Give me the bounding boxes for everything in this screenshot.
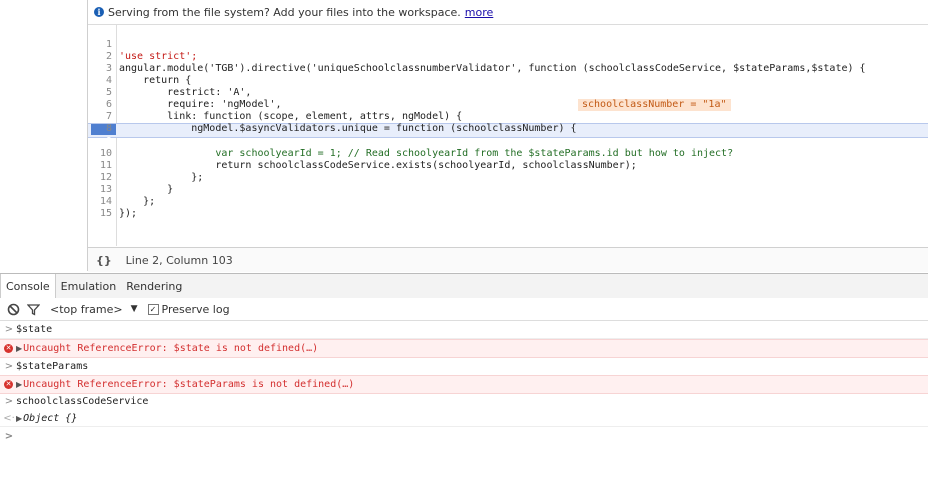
preserve-log-checkbox[interactable]: ✓: [147, 303, 159, 315]
editor-statusbar: {} Line 2, Column 103: [88, 247, 928, 272]
code-line: 11 };: [99, 160, 204, 183]
code-line: 1 'use strict';: [105, 39, 198, 62]
inline-variable-value: schoolclassNumber = "1a": [578, 99, 731, 111]
chevron-right-icon: >: [4, 361, 14, 372]
chevron-right-icon: >: [4, 324, 14, 335]
more-link[interactable]: more: [465, 6, 494, 19]
chevron-down-icon[interactable]: ▼: [131, 304, 138, 314]
code-line: 5 require: 'ngModel',: [105, 87, 282, 110]
frame-select[interactable]: <top frame>: [50, 303, 123, 316]
code-line: 8: [105, 123, 112, 134]
code-line-selected: 9 var schoolyearId = 1; // Read schoolye…: [105, 136, 734, 159]
expand-triangle-icon[interactable]: ▶: [16, 414, 22, 423]
code-line: 3 return {: [105, 63, 192, 86]
code-line: 13 };: [99, 184, 156, 207]
code-line: 2 angular.module('TGB').directive('uniqu…: [105, 51, 866, 74]
error-icon: ✕: [4, 344, 13, 353]
code-text: });: [119, 208, 138, 219]
infobar-message: Serving from the file system? Add your f…: [108, 5, 461, 19]
tab-console[interactable]: Console: [0, 274, 56, 298]
info-icon: i: [94, 7, 104, 17]
console-toolbar: <top frame> ▼ ✓ Preserve log: [0, 298, 928, 321]
prompt-chevron-icon: >: [4, 430, 14, 442]
file-navigator-pane[interactable]: [0, 0, 88, 271]
tab-rendering[interactable]: Rendering: [121, 274, 187, 298]
console-output[interactable]: > $state ✕ ▶ Uncaught ReferenceError: $s…: [0, 321, 928, 480]
source-editor[interactable]: 1 'use strict'; 2 angular.module('TGB').…: [88, 25, 928, 246]
filter-icon[interactable]: [26, 302, 40, 316]
code-line: 14 });: [99, 196, 138, 219]
code-line: 4 restrict: 'A',: [105, 75, 252, 98]
chevron-left-icon: <·: [3, 412, 15, 424]
preserve-log-label: Preserve log: [161, 302, 230, 316]
chevron-right-icon: >: [4, 396, 14, 407]
workspace-infobar: i Serving from the file system? Add your…: [88, 0, 928, 25]
pretty-print-button[interactable]: {}: [96, 254, 112, 267]
console-input-line: > $stateParams: [0, 358, 928, 376]
console-error-line: ✕ ▶ Uncaught ReferenceError: $stateParam…: [0, 375, 928, 394]
no-entry-icon[interactable]: [6, 302, 20, 316]
cursor-position: Line 2, Column 103: [125, 253, 233, 267]
code-line: 15: [99, 208, 112, 219]
console-result-line: <· ▶ Object {}: [0, 410, 928, 427]
drawer-tabs: Console Emulation Rendering: [0, 273, 928, 299]
expand-triangle-icon[interactable]: ▶: [16, 344, 22, 353]
code-line: 12 }: [99, 172, 174, 195]
console-input-line: > $state: [0, 321, 928, 339]
code-line: 7 ngModel.$asyncValidators.unique = func…: [105, 111, 577, 134]
console-input-line: > schoolclassCodeService: [0, 394, 928, 409]
expand-triangle-icon[interactable]: ▶: [16, 380, 22, 389]
console-prompt-line[interactable]: >: [0, 428, 928, 444]
console-error-line: ✕ ▶ Uncaught ReferenceError: $state is n…: [0, 339, 928, 358]
code-line: 6 link: function (scope, element, attrs,…: [105, 99, 463, 122]
error-icon: ✕: [4, 380, 13, 389]
code-line: 10 return schoolclassCodeService.exists(…: [99, 148, 637, 171]
tab-emulation[interactable]: Emulation: [56, 274, 122, 298]
